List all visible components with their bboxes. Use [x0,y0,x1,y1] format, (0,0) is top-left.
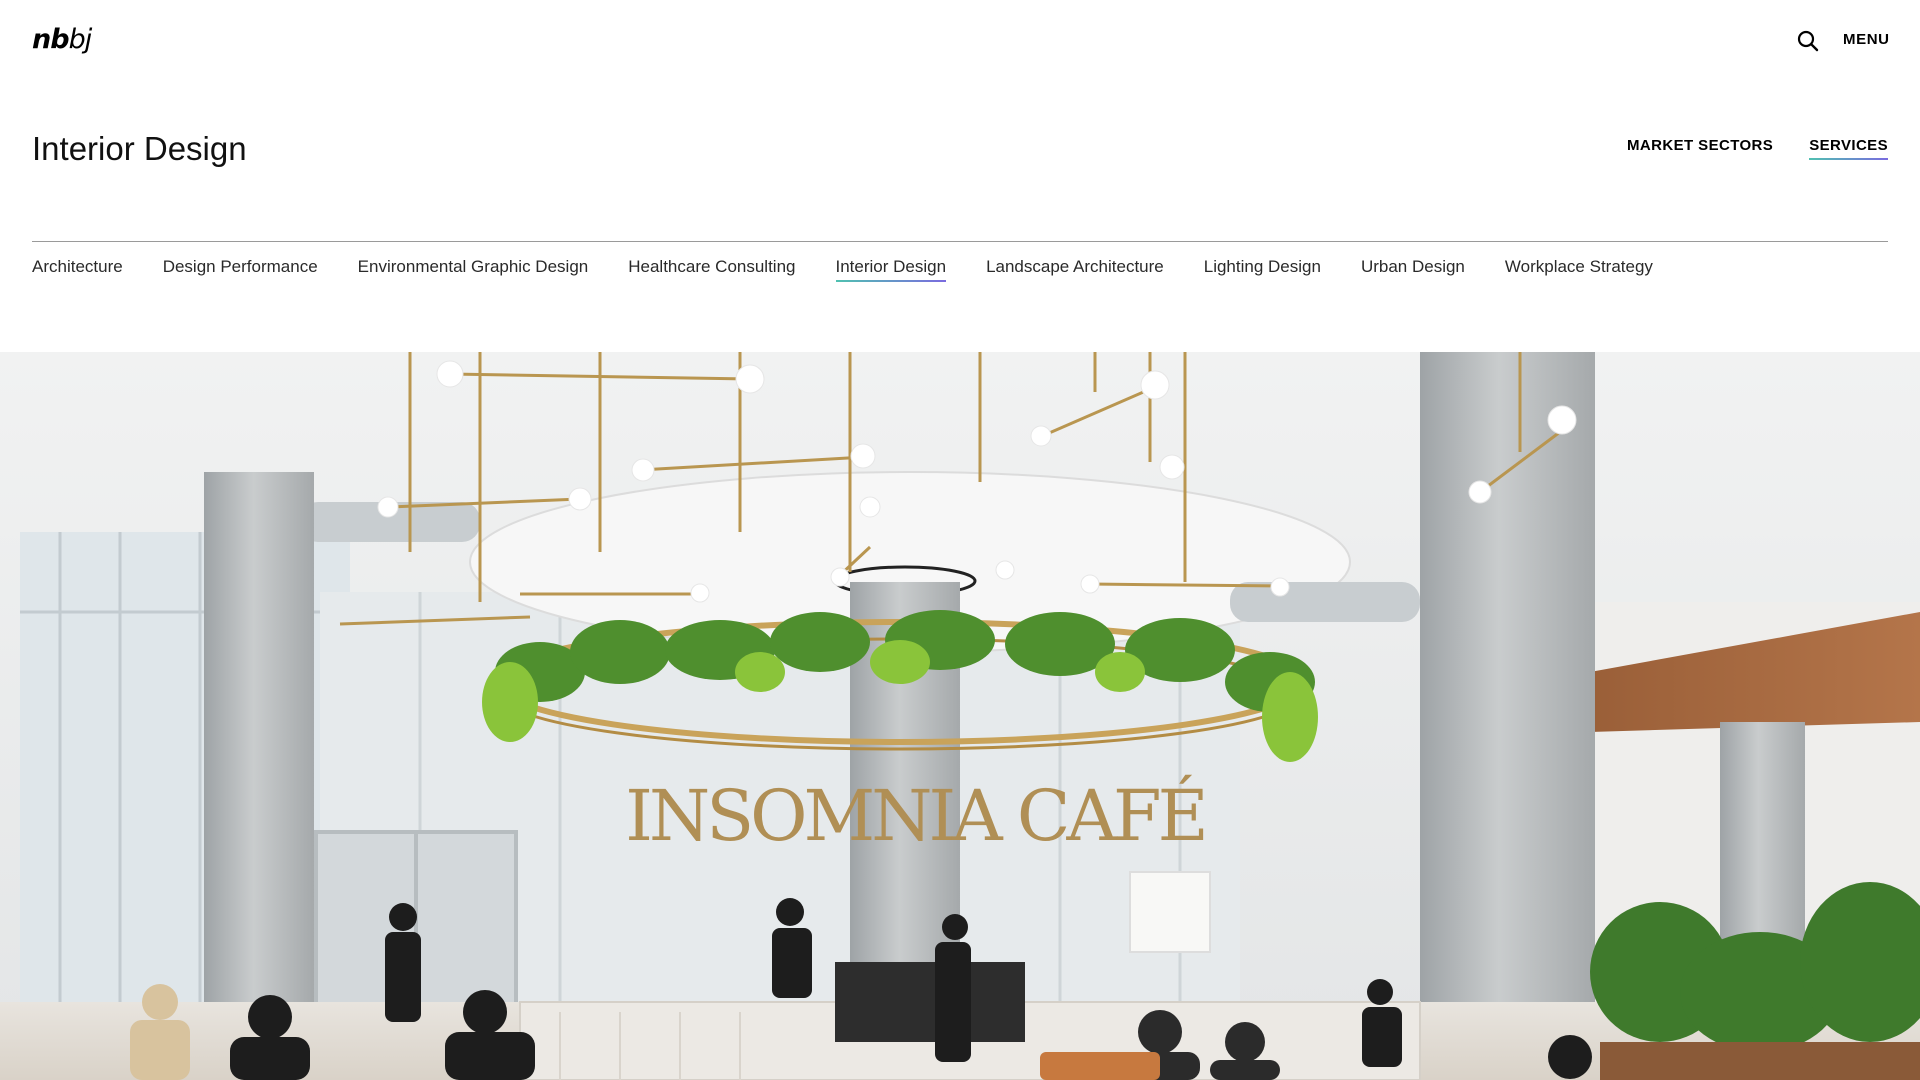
subnav-design-performance[interactable]: Design Performance [163,257,318,282]
nbbj-logo[interactable]: nbbj [32,24,93,55]
search-icon [1797,30,1819,52]
divider [32,241,1888,242]
subnav-interior-design[interactable]: Interior Design [835,257,947,282]
hero-image: INSOMNIA CAFÉ [0,352,1920,1080]
nav-services[interactable]: SERVICES [1809,137,1888,160]
subnav-workplace-strategy[interactable]: Workplace Strategy [1505,257,1653,282]
subnav-landscape-architecture[interactable]: Landscape Architecture [986,257,1164,282]
logo-light-text: bj [68,24,93,55]
subnav-lighting-design[interactable]: Lighting Design [1204,257,1321,282]
subnav-urban-design[interactable]: Urban Design [1361,257,1465,282]
section-nav: MARKET SECTORS SERVICES [1627,137,1888,160]
logo-bold-text: nb [32,24,70,55]
cafe-signage: INSOMNIA CAFÉ [625,775,1204,857]
subnav-architecture[interactable]: Architecture [32,257,123,282]
search-button[interactable] [1796,29,1820,53]
services-subnav: Architecture Design Performance Environm… [32,257,1653,282]
page-title: Interior Design [32,130,247,167]
nav-market-sectors[interactable]: MARKET SECTORS [1627,137,1773,160]
menu-button[interactable]: MENU [1843,31,1890,48]
subnav-environmental-graphic-design[interactable]: Environmental Graphic Design [358,257,589,282]
cafe-interior-photo: INSOMNIA CAFÉ [0,352,1920,1080]
subnav-healthcare-consulting[interactable]: Healthcare Consulting [628,257,795,282]
